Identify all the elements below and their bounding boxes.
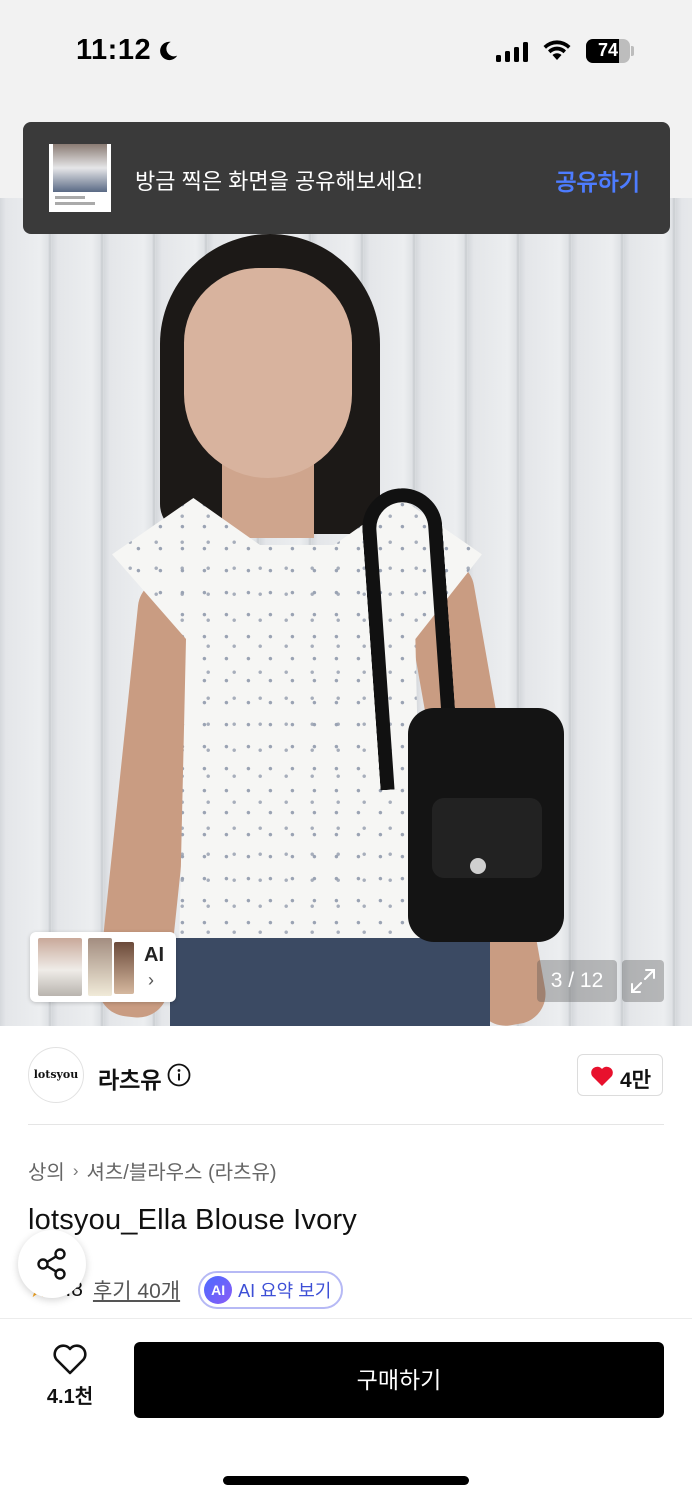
battery-percent: 74 — [597, 40, 619, 60]
heart-filled-icon — [591, 1066, 613, 1086]
brand-logo[interactable]: lotsyou — [28, 1047, 84, 1103]
chevron-right-icon: › — [72, 1160, 79, 1180]
toast-message: 방금 찍은 화면을 공유해보세요! — [135, 169, 423, 194]
moon-icon — [160, 41, 178, 60]
image-counter: 3 / 12 — [537, 960, 617, 1002]
ai-label: AI — [144, 944, 164, 966]
status-time-text: 11:12 — [76, 34, 152, 66]
product-image[interactable] — [0, 198, 692, 1026]
chevron-right-icon: › — [148, 970, 154, 990]
status-time: 11:12 — [76, 34, 179, 67]
ai-similar-items-card[interactable]: AI › — [30, 932, 176, 1002]
breadcrumb: 상의 › 셔츠/블라우스 (라츠유) — [28, 1156, 277, 1185]
home-indicator[interactable] — [223, 1476, 469, 1485]
similar-item-thumb — [88, 938, 112, 996]
wishlist-count: 4.1천 — [46, 1386, 94, 1408]
ai-summary-label: AI 요약 보기 — [238, 1281, 332, 1301]
similar-item-thumb — [114, 942, 134, 994]
expand-icon — [631, 969, 655, 993]
battery-tip — [631, 46, 634, 56]
divider — [28, 1124, 664, 1125]
info-icon[interactable] — [167, 1063, 191, 1087]
brand-like-button[interactable]: 4만 — [577, 1054, 663, 1096]
wishlist-button[interactable]: 4.1천 — [30, 1342, 110, 1409]
share-toast: 방금 찍은 화면을 공유해보세요! 공유하기 — [23, 122, 670, 234]
breadcrumb-category[interactable]: 상의 — [28, 1156, 65, 1185]
share-button[interactable] — [18, 1230, 86, 1298]
expand-button[interactable] — [622, 960, 664, 1002]
breadcrumb-subcategory[interactable]: 셔츠/블라우스 (라츠유) — [86, 1156, 276, 1185]
similar-item-thumb — [38, 938, 82, 996]
wifi-icon — [543, 40, 571, 60]
ai-badge-icon: AI — [204, 1276, 233, 1304]
brand-like-count: 4만 — [620, 1069, 651, 1092]
battery-icon: 74 — [586, 39, 630, 63]
product-title: lotsyou_Ella Blouse Ivory — [28, 1204, 357, 1236]
share-icon — [37, 1248, 66, 1280]
buy-button[interactable]: 구매하기 — [134, 1342, 664, 1418]
ai-summary-button[interactable]: AI AI 요약 보기 — [198, 1271, 344, 1309]
reviews-link[interactable]: 후기 40개 — [93, 1275, 180, 1305]
share-now-button[interactable]: 공유하기 — [555, 163, 640, 197]
brand-name[interactable]: 라츠유 — [98, 1061, 161, 1095]
cellular-signal-icon — [496, 42, 528, 62]
screenshot-thumbnail[interactable] — [49, 144, 111, 212]
heart-outline-icon — [53, 1344, 87, 1375]
